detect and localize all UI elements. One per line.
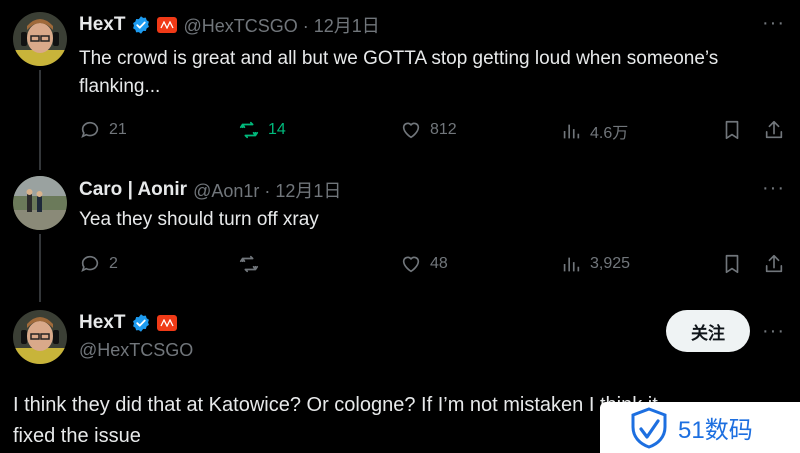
like-count: 48 <box>430 255 448 272</box>
watermark: 51数码 <box>600 402 800 453</box>
handle-date[interactable]: @HexTCSGO · 12月1日 <box>183 12 379 38</box>
bookmark-icon[interactable] <box>721 119 743 141</box>
more-icon[interactable]: ··· <box>762 320 785 343</box>
follow-button[interactable]: 关注 <box>666 310 750 352</box>
retweet-button[interactable]: 14 <box>238 119 286 141</box>
reply-count: 21 <box>109 121 127 138</box>
more-icon[interactable]: ··· <box>762 177 785 200</box>
views-button[interactable]: 3,925 <box>560 253 630 275</box>
thread-line <box>39 234 41 302</box>
views-icon <box>563 257 580 272</box>
retweet-icon <box>239 121 259 139</box>
retweet-icon <box>239 255 259 273</box>
verified-badge-icon <box>133 314 150 332</box>
like-count: 812 <box>430 121 457 138</box>
shield-logo-icon <box>631 406 667 449</box>
tweet-text-line: flanking... <box>79 76 161 97</box>
like-button[interactable]: 48 <box>400 253 448 275</box>
more-icon[interactable]: ··· <box>762 12 785 35</box>
like-button[interactable]: 812 <box>400 119 457 141</box>
handle-date[interactable]: @Aon1r · 12月1日 <box>193 177 341 203</box>
views-icon <box>563 124 580 139</box>
views-count: 4.6万 <box>590 125 629 142</box>
bookmark-icon[interactable] <box>721 253 743 275</box>
org-badge-icon <box>157 17 178 33</box>
views-button[interactable]: 4.6万 <box>560 119 628 143</box>
reply-button[interactable]: 2 <box>79 253 118 275</box>
retweet-count: 14 <box>268 121 286 138</box>
author-handle[interactable]: @HexTCSGO <box>79 340 193 361</box>
retweet-button[interactable] <box>238 253 260 275</box>
share-icon[interactable] <box>763 253 785 275</box>
heart-icon <box>402 122 420 139</box>
org-badge-icon <box>157 315 178 331</box>
verified-badge-icon <box>133 16 150 34</box>
views-count: 3,925 <box>590 255 631 272</box>
thread-line <box>39 70 41 170</box>
tweet-text: The crowd is great and all but we GOTTA … <box>79 45 794 101</box>
tweet-text: Yea they should turn off xray <box>79 209 319 230</box>
reply-icon <box>81 255 99 273</box>
avatar-hext[interactable] <box>13 12 67 66</box>
author-name[interactable]: HexT <box>79 312 125 334</box>
author-name[interactable]: Caro | Aonir <box>79 179 187 201</box>
watermark-text: 51数码 <box>678 417 753 444</box>
avatar-hext[interactable] <box>13 310 67 364</box>
reply-count: 2 <box>109 255 118 272</box>
share-icon[interactable] <box>763 119 785 141</box>
heart-icon <box>402 256 420 273</box>
reply-icon <box>81 121 99 139</box>
tweet-text-line: The crowd is great and all but we GOTTA … <box>79 48 719 69</box>
avatar-aonir[interactable] <box>13 176 67 230</box>
reply-button[interactable]: 21 <box>79 119 127 141</box>
author-name[interactable]: HexT <box>79 14 125 36</box>
